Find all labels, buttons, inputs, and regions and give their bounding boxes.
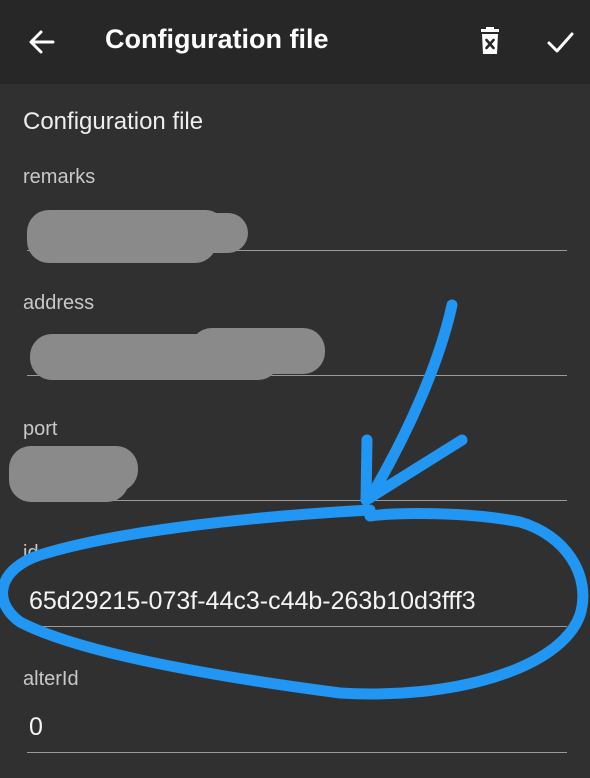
page-title: Configuration file: [105, 24, 329, 54]
remarks-label: remarks: [23, 166, 96, 188]
id-label: id: [23, 542, 39, 564]
address-label: address: [23, 292, 95, 314]
delete-button[interactable]: [470, 22, 510, 62]
arrow-left-icon: [29, 30, 55, 54]
port-label: port: [23, 418, 58, 440]
section-title: Configuration file: [23, 108, 204, 135]
app-bar: Configuration file: [0, 0, 590, 84]
alterid-field[interactable]: [27, 703, 567, 753]
back-button[interactable]: [22, 22, 62, 62]
alterid-label: alterId: [23, 668, 79, 690]
id-field[interactable]: [27, 577, 567, 627]
check-icon: [547, 32, 574, 53]
delete-icon: [481, 27, 499, 54]
confirm-button[interactable]: [540, 22, 580, 62]
